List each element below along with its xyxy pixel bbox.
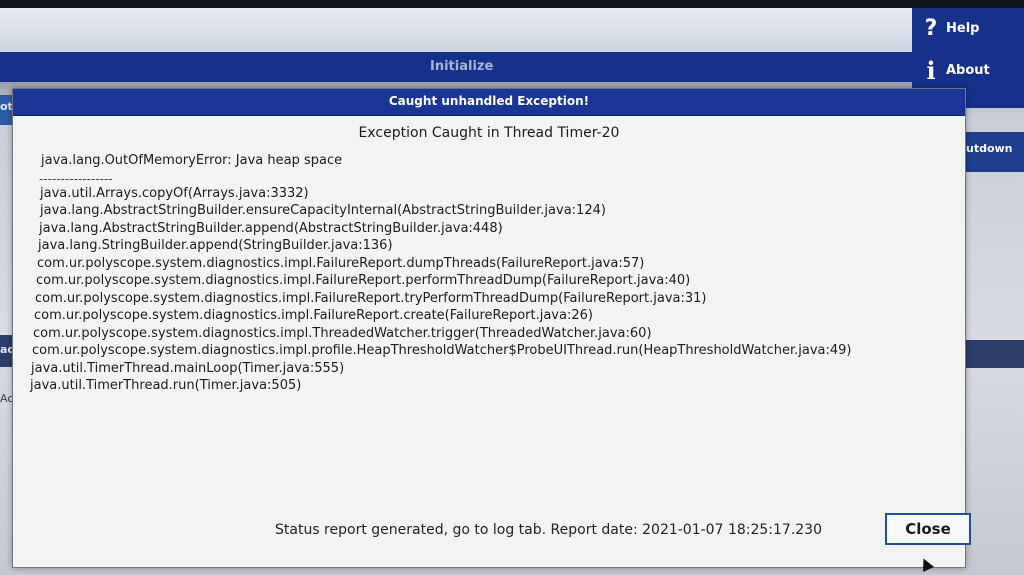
initialize-bar[interactable]: Initialize [0, 52, 920, 82]
stack-trace-line: com.ur.polyscope.system.diagnostics.impl… [37, 256, 645, 271]
background-strip-right [962, 340, 1024, 368]
screen: Initialize ? Help i About ot St ad Act u… [0, 0, 1024, 575]
stack-trace-line: com.ur.polyscope.system.diagnostics.impl… [35, 291, 707, 306]
initialize-label: Initialize [430, 59, 494, 74]
question-mark-icon: ? [924, 16, 938, 41]
help-button[interactable]: ? Help [922, 16, 980, 41]
dialog-title: Caught unhandled Exception! [388, 94, 590, 108]
stack-trace-line: com.ur.polyscope.system.diagnostics.impl… [33, 326, 652, 341]
dialog-body: Exception Caught in Thread Timer-20 java… [13, 116, 971, 567]
help-label: Help [946, 21, 980, 36]
shutdown-label-fragment: utdown [966, 142, 1013, 155]
about-button[interactable]: i About [922, 56, 990, 85]
stack-trace-line: java.lang.AbstractStringBuilder.append(A… [39, 221, 503, 236]
separator-line: ----------------- [39, 172, 113, 186]
stack-trace-line: java.lang.StringBuilder.append(StringBui… [38, 238, 393, 253]
stack-trace-line: com.ur.polyscope.system.diagnostics.impl… [36, 273, 691, 288]
status-report-text: Status report generated, go to log tab. … [275, 522, 822, 538]
top-toolbar [0, 8, 915, 53]
exception-heading: Exception Caught in Thread Timer-20 [358, 125, 620, 141]
stack-trace-line: java.util.TimerThread.mainLoop(Timer.jav… [31, 361, 345, 376]
dialog-titlebar: Caught unhandled Exception! [13, 89, 965, 116]
stack-trace-line: java.util.Arrays.copyOf(Arrays.java:3332… [40, 186, 309, 201]
stack-trace-line: com.ur.polyscope.system.diagnostics.impl… [32, 343, 852, 358]
screen-bezel [0, 0, 1024, 8]
exception-dialog: Caught unhandled Exception! Exception Ca… [12, 88, 971, 568]
info-icon: i [926, 56, 936, 85]
shutdown-button-fragment[interactable]: utdown [962, 132, 1024, 172]
close-button[interactable]: Close [885, 513, 971, 545]
stack-trace-line: java.lang.AbstractStringBuilder.ensureCa… [40, 203, 606, 218]
stack-trace-line: com.ur.polyscope.system.diagnostics.impl… [34, 308, 593, 323]
stack-trace-line: java.util.TimerThread.run(Timer.java:505… [30, 378, 302, 393]
about-label: About [946, 63, 990, 78]
error-message: java.lang.OutOfMemoryError: Java heap sp… [41, 153, 343, 168]
